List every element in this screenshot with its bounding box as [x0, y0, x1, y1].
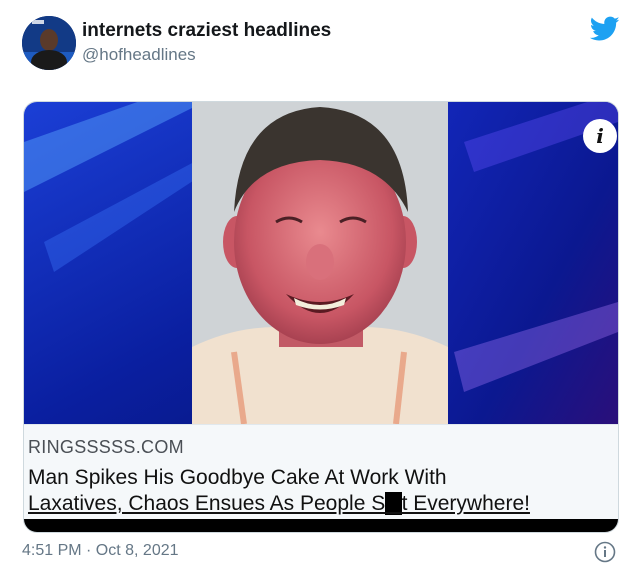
card-text: RINGSSSSS.COM Man Spikes His Goodbye Cak…: [24, 424, 618, 532]
card-title-line-2-start: Laxatives, Chaos Ensues As People S: [28, 492, 386, 515]
card-domain: RINGSSSSS.COM: [28, 437, 184, 457]
card-title-line-2-end: t Everywhere!: [401, 492, 530, 515]
twitter-bird-icon[interactable]: [590, 16, 620, 42]
user-handle[interactable]: @hofheadlines: [82, 45, 196, 65]
link-card[interactable]: i RINGSSSSS.COM Man Spikes His Goodbye C…: [23, 101, 619, 533]
card-image[interactable]: i: [24, 102, 618, 424]
card-title-line-2: Laxatives, Chaos Ensues As People Shit E…: [28, 491, 614, 517]
tweet: internets craziest headlines @hofheadlin…: [0, 0, 640, 577]
card-title-line-1: Man Spikes His Goodbye Cake At Work With: [28, 466, 447, 489]
info-circle-icon[interactable]: [594, 541, 616, 563]
tweet-timestamp[interactable]: 4:51 PM · Oct 8, 2021: [22, 542, 179, 560]
redaction-bar: [24, 519, 618, 532]
card-info-badge[interactable]: i: [583, 119, 617, 153]
display-name[interactable]: internets craziest headlines: [82, 20, 331, 42]
card-title[interactable]: Man Spikes His Goodbye Cake At Work With…: [28, 465, 614, 517]
censor-bar: hi: [385, 492, 402, 515]
avatar[interactable]: [22, 16, 76, 70]
